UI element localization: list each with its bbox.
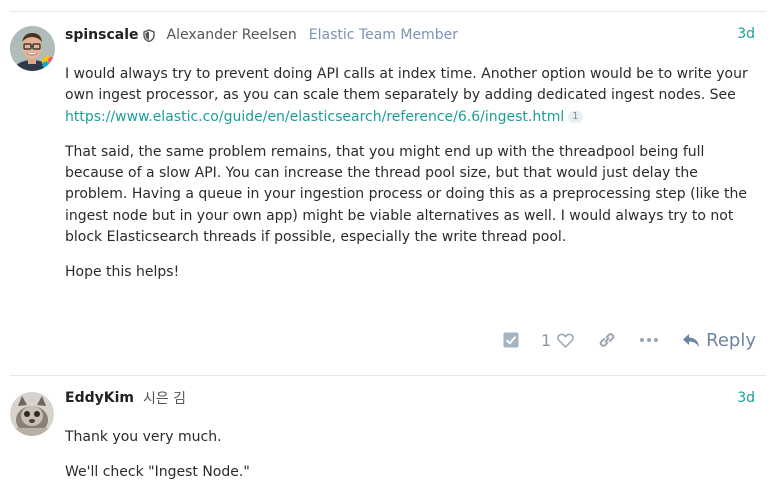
post-date[interactable]: 3d <box>737 26 755 42</box>
check-square-icon[interactable] <box>503 332 519 348</box>
post-actions: 1 Reply <box>503 326 756 354</box>
like-count[interactable]: 1 <box>541 331 551 350</box>
paragraph: Hope this helps! <box>65 262 755 283</box>
user-title: Elastic Team Member <box>308 27 458 43</box>
paragraph: We'll check "Ingest Node." <box>65 462 755 483</box>
paragraph-text: I would always try to prevent doing API … <box>65 66 748 104</box>
paragraph-text: Thank you very much. <box>65 429 222 445</box>
full-name: Alexander Reelsen <box>166 27 297 43</box>
paragraph: Thank you very much. <box>65 427 755 448</box>
username[interactable]: spinscale <box>65 27 139 43</box>
post-spinscale: spinscale Alexander Reelsen Elastic Team… <box>0 0 774 360</box>
avatar-image <box>10 26 55 71</box>
paragraph: I would always try to prevent doing API … <box>65 64 755 128</box>
paragraph: That said, the same problem remains, tha… <box>65 142 755 248</box>
full-name: 시은 김 <box>142 391 187 407</box>
more-icon[interactable] <box>640 338 659 342</box>
post-eddykim: EddyKim 시은 김 3d Thank you very much. We'… <box>0 376 774 493</box>
avatar-image <box>10 392 54 436</box>
post-meta: spinscale Alexander Reelsen Elastic Team… <box>65 25 458 45</box>
avatar[interactable] <box>10 392 54 436</box>
post-meta: EddyKim 시은 김 <box>65 388 186 408</box>
post-body: Thank you very much. We'll check "Ingest… <box>65 427 755 484</box>
link-icon[interactable] <box>598 331 616 349</box>
reply-button[interactable]: Reply <box>682 330 756 351</box>
paragraph-text: That said, the same problem remains, tha… <box>65 143 748 246</box>
heart-icon[interactable] <box>557 333 575 348</box>
paragraph-text: We'll check "Ingest Node." <box>65 464 250 481</box>
paragraph-text: Hope this helps! <box>65 264 180 281</box>
ingest-docs-link[interactable]: https://www.elastic.co/guide/en/elastics… <box>65 109 564 125</box>
avatar[interactable] <box>10 26 55 71</box>
reply-label: Reply <box>706 329 756 351</box>
link-click-count: 1 <box>568 110 583 123</box>
reply-icon <box>682 333 700 348</box>
post-body: I would always try to prevent doing API … <box>65 64 755 284</box>
username[interactable]: EddyKim <box>65 390 134 406</box>
post-date[interactable]: 3d <box>737 390 755 406</box>
shield-icon <box>142 28 155 42</box>
